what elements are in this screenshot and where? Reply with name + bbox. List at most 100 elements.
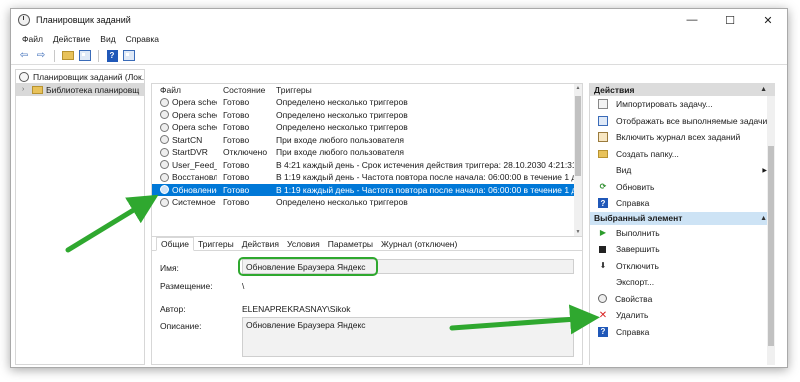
properties-pane-icon xyxy=(123,50,135,61)
properties-button[interactable] xyxy=(122,49,136,63)
chevron-right-icon[interactable]: › xyxy=(22,86,30,93)
delete-icon: ✕ xyxy=(598,309,608,321)
task-name: StartDVR xyxy=(172,147,208,158)
action-импортировать-задачу[interactable]: Импортировать задачу... xyxy=(590,96,775,113)
task-row[interactable]: Opera sched... Готово Определено несколько… xyxy=(152,96,582,109)
task-name: StartCN xyxy=(172,134,203,145)
task-clock-icon xyxy=(160,110,169,120)
action-label: Включить журнал всех заданий xyxy=(616,132,741,143)
task-row[interactable]: StartDVR Отключено При входе любого пользо… xyxy=(152,146,582,159)
task-name: Opera sched... xyxy=(172,109,217,120)
task-clock-icon xyxy=(160,97,169,107)
action-завершить[interactable]: Завершить xyxy=(590,241,775,258)
forward-arrow-icon[interactable]: ⇨ xyxy=(34,49,48,63)
task-name-cell: StartDVR xyxy=(152,147,217,157)
tab-actions[interactable]: Действия xyxy=(238,238,283,250)
actions-scrollbar[interactable] xyxy=(767,96,775,365)
action-отключить[interactable]: ⬇ Отключить xyxy=(590,258,775,275)
task-status: Отключено xyxy=(223,147,268,158)
description-field[interactable]: Обновление Браузера Яндекс xyxy=(242,317,574,357)
task-trigger: В 1:19 каждый день - Частота повтора пос… xyxy=(276,172,579,183)
action-label: Импортировать задачу... xyxy=(616,99,713,110)
column-header-file[interactable]: Файл xyxy=(152,85,217,95)
task-trigger: Определено несколько триггеров xyxy=(276,197,408,208)
action-выполнить[interactable]: ▶ Выполнить xyxy=(590,225,775,242)
scroll-thumb[interactable] xyxy=(575,96,581,176)
task-list-scrollbar[interactable]: ▲ ▼ xyxy=(574,84,582,236)
task-name-cell: Обновление... xyxy=(152,185,217,195)
task-row[interactable]: Opera sched... Готово Определено несколько… xyxy=(152,121,582,134)
action-отображать-все-выполняемые-задачи[interactable]: Отображать все выполняемые задачи xyxy=(590,113,775,130)
action-свойства[interactable]: Свойства xyxy=(590,291,775,308)
collapse-up-icon[interactable]: ▲ xyxy=(760,86,767,93)
task-status: Готово xyxy=(223,197,250,208)
blank-icon xyxy=(598,277,608,287)
action-обновить[interactable]: ⟳ Обновить xyxy=(590,179,775,196)
selected-item-header: Выбранный элемент ▲ xyxy=(590,211,775,225)
scroll-thumb[interactable] xyxy=(768,146,774,346)
task-name-cell: Системное о... xyxy=(152,197,217,207)
clock-icon xyxy=(18,14,30,26)
task-list-header: Файл Состояние Триггеры xyxy=(152,84,582,96)
task-row[interactable]: StartCN Готово При входе любого пользовате… xyxy=(152,134,582,147)
action-label: Выполнить xyxy=(616,227,660,238)
action-справка[interactable]: ? Справка xyxy=(590,195,775,212)
menu-view[interactable]: Вид xyxy=(95,34,120,44)
help-button[interactable]: ? xyxy=(105,49,119,63)
selected-action-items: ▶ Выполнить Завершить ⬇ Отключить Экспорт... С… xyxy=(590,225,775,341)
location-label: Размещение: xyxy=(160,281,213,291)
action-items: Импортировать задачу... Отображать все вы… xyxy=(590,96,775,212)
details-tabs: Общие Триггеры Действия Условия Параметр… xyxy=(152,237,582,251)
task-row[interactable]: Обновление... Готово В 1:19 каждый день - … xyxy=(152,183,582,196)
help-icon: ? xyxy=(598,326,608,337)
back-arrow-icon[interactable]: ⇦ xyxy=(17,49,31,63)
action-вид[interactable]: Вид ▶ xyxy=(590,162,775,179)
task-name: Opera sched... xyxy=(172,97,217,108)
menu-file[interactable]: Файл xyxy=(17,34,48,44)
menu-help[interactable]: Справка xyxy=(121,34,164,44)
action-создать-папку[interactable]: Создать папку... xyxy=(590,146,775,163)
task-row[interactable]: Восстановле... Готово В 1:19 каждый день -… xyxy=(152,171,582,184)
tree-library[interactable]: › Библиотека планировщ xyxy=(16,83,144,96)
tab-conditions[interactable]: Условия xyxy=(283,238,324,250)
action-включить-журнал-всех-заданий[interactable]: Включить журнал всех заданий xyxy=(590,129,775,146)
toolbar: ⇦ ⇨ ? xyxy=(11,47,787,65)
action-справка[interactable]: ? Справка xyxy=(590,324,775,341)
folder-icon xyxy=(598,149,608,158)
task-clock-icon xyxy=(160,185,169,195)
folder-icon xyxy=(32,85,43,94)
task-name-cell: Opera sched... xyxy=(152,110,217,120)
menu-action[interactable]: Действие xyxy=(48,34,95,44)
tab-parameters[interactable]: Параметры xyxy=(324,238,377,250)
name-label: Имя: xyxy=(160,263,179,273)
task-row[interactable]: Opera sched... Готово Определено несколько… xyxy=(152,109,582,122)
properties-icon xyxy=(598,294,607,304)
refresh-icon: ⟳ xyxy=(599,182,607,192)
column-header-triggers[interactable]: Триггеры xyxy=(270,85,582,95)
task-row[interactable]: Системное о... Готово Определено несколько… xyxy=(152,196,582,209)
action-экспорт[interactable]: Экспорт... xyxy=(590,274,775,291)
tab-triggers[interactable]: Триггеры xyxy=(194,238,238,250)
show-pane-button[interactable] xyxy=(78,49,92,63)
task-trigger: При входе любого пользователя xyxy=(276,134,404,145)
scroll-down-icon[interactable]: ▼ xyxy=(574,228,582,236)
action-удалить[interactable]: ✕ Удалить xyxy=(590,307,775,324)
maximize-button[interactable]: ☐ xyxy=(711,9,749,31)
task-row[interactable]: User_Feed_S... Готово В 4:21 каждый день -… xyxy=(152,159,582,172)
minimize-button[interactable]: — xyxy=(673,9,711,31)
scroll-up-icon[interactable]: ▲ xyxy=(574,84,582,92)
title-bar: Планировщик заданий — ☐ ✕ xyxy=(11,9,787,31)
close-button[interactable]: ✕ xyxy=(749,9,787,31)
tab-general[interactable]: Общие xyxy=(156,237,194,251)
up-folder-button[interactable] xyxy=(61,49,75,63)
action-label: Справка xyxy=(616,326,650,337)
blank-icon xyxy=(598,165,608,175)
action-label: Свойства xyxy=(615,293,653,304)
column-header-status[interactable]: Состояние xyxy=(217,85,270,95)
tree-root[interactable]: Планировщик заданий (Лок. xyxy=(16,70,144,83)
task-clock-icon xyxy=(160,160,169,170)
tab-log[interactable]: Журнал (отключен) xyxy=(377,238,461,250)
collapse-up-icon[interactable]: ▲ xyxy=(760,215,767,222)
toolbar-separator xyxy=(54,49,55,62)
toolbar-separator xyxy=(98,49,99,62)
